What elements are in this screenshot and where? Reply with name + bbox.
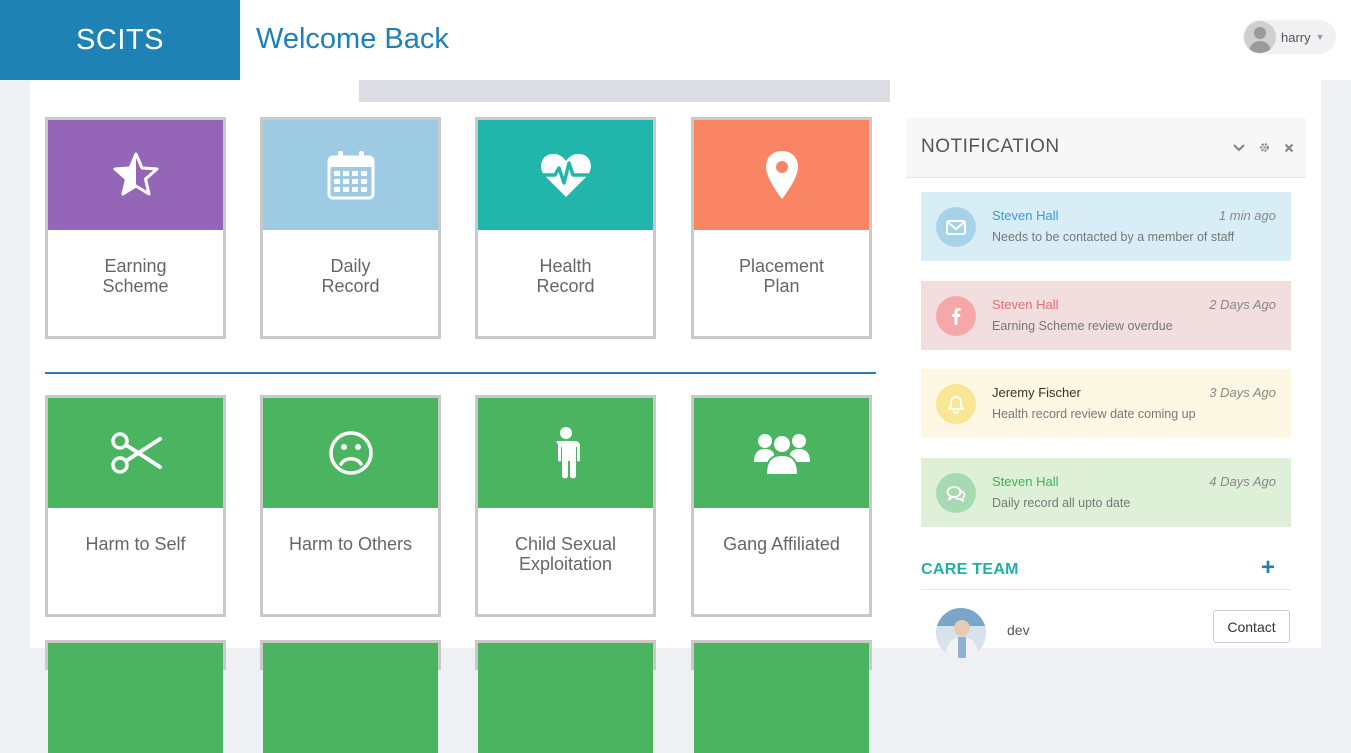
notification-title: NOTIFICATION — [921, 136, 1060, 157]
tile-label: Harm to Self — [85, 534, 186, 554]
content-top — [30, 80, 359, 102]
tile-label: Health Record — [536, 256, 595, 296]
notification-time: 2 Days Ago — [1209, 297, 1276, 312]
notification-name: Steven Hall — [992, 208, 1059, 223]
tile-child-sexual-exploitation[interactable]: Child Sexual Exploitation — [475, 395, 656, 617]
tile-label: Harm to Others — [288, 534, 413, 554]
notification-name: Steven Hall — [992, 297, 1059, 312]
tile-partial[interactable] — [475, 640, 656, 753]
notification-item[interactable]: Steven Hall 2 Days Ago Earning Scheme re… — [921, 281, 1291, 350]
map-marker-icon — [765, 151, 798, 199]
close-icon[interactable] — [1284, 143, 1294, 153]
frown-icon — [328, 431, 373, 475]
star-half-icon — [113, 152, 158, 196]
notification-name: Steven Hall — [992, 474, 1059, 489]
care-team-title: CARE TEAM — [921, 561, 1019, 578]
avatar — [1244, 21, 1276, 53]
notification-message: Needs to be contacted by a member of sta… — [992, 230, 1235, 244]
care-team-member-name: dev — [1007, 622, 1030, 638]
tile-label: Daily Record — [321, 256, 380, 296]
add-care-team-button[interactable]: + — [1261, 556, 1275, 580]
tile-header — [478, 643, 653, 753]
tile-earning-scheme[interactable]: Earning Scheme — [45, 117, 226, 339]
notification-message: Health record review date coming up — [992, 407, 1196, 421]
user-menu[interactable]: harry ▼ — [1243, 20, 1336, 54]
tile-header — [694, 643, 869, 753]
bell-icon — [936, 384, 976, 424]
tile-header — [694, 398, 869, 508]
notification-item[interactable]: Jeremy Fischer 3 Days Ago Health record … — [921, 369, 1291, 438]
tile-daily-record[interactable]: Daily Record — [260, 117, 441, 339]
tile-harm-to-others[interactable]: Harm to Others — [260, 395, 441, 617]
tile-header — [694, 120, 869, 230]
tile-label: Child Sexual Exploitation — [514, 534, 617, 574]
contact-button[interactable]: Contact — [1213, 610, 1290, 643]
tile-header — [48, 120, 223, 230]
tile-partial[interactable] — [260, 640, 441, 753]
page-title: Welcome Back — [256, 23, 449, 55]
tile-header — [48, 398, 223, 508]
tile-label: Gang Affiliated — [723, 534, 840, 554]
notification-time: 4 Days Ago — [1209, 474, 1276, 489]
tile-header — [263, 398, 438, 508]
user-name: harry — [1281, 29, 1311, 45]
top-bar: SCITS Welcome Back harry ▼ — [0, 0, 1351, 80]
notification-item[interactable]: Steven Hall 1 min ago Needs to be contac… — [921, 192, 1291, 261]
notification-time: 1 min ago — [1218, 208, 1276, 223]
users-icon — [753, 434, 810, 476]
tile-placement-plan[interactable]: Placement Plan — [691, 117, 872, 339]
tile-header — [478, 398, 653, 508]
notification-message: Daily record all upto date — [992, 496, 1131, 510]
caret-down-icon: ▼ — [1315, 32, 1325, 42]
brand-logo[interactable]: SCITS — [0, 0, 240, 80]
panel-tools — [1233, 142, 1294, 153]
care-team-divider — [921, 589, 1291, 590]
heartbeat-icon — [540, 153, 591, 197]
tile-harm-to-self[interactable]: Harm to Self — [45, 395, 226, 617]
tile-partial[interactable] — [691, 640, 872, 753]
notification-message: Earning Scheme review overdue — [992, 319, 1173, 333]
notification-name: Jeremy Fischer — [992, 385, 1081, 400]
tile-header — [263, 120, 438, 230]
male-icon — [555, 427, 580, 479]
tile-header — [478, 120, 653, 230]
notification-item[interactable]: Steven Hall 4 Days Ago Daily record all … — [921, 458, 1291, 527]
avatar — [936, 608, 986, 658]
tile-label: Earning Scheme — [102, 256, 169, 296]
tile-gang-affiliated[interactable]: Gang Affiliated — [691, 395, 872, 617]
gear-icon[interactable] — [1259, 142, 1270, 153]
notification-header: NOTIFICATION — [906, 118, 1306, 178]
scissors-icon — [110, 432, 162, 474]
notification-time: 3 Days Ago — [1209, 385, 1276, 400]
tile-label: Placement Plan — [738, 256, 825, 296]
facebook-icon — [936, 296, 976, 336]
comments-icon — [936, 473, 976, 513]
calendar-icon — [327, 151, 374, 200]
chevron-down-icon[interactable] — [1233, 143, 1245, 153]
tile-header — [263, 643, 438, 753]
envelope-icon — [936, 207, 976, 247]
tile-header — [48, 643, 223, 753]
tile-partial[interactable] — [45, 640, 226, 753]
tile-health-record[interactable]: Health Record — [475, 117, 656, 339]
section-divider — [45, 372, 876, 374]
